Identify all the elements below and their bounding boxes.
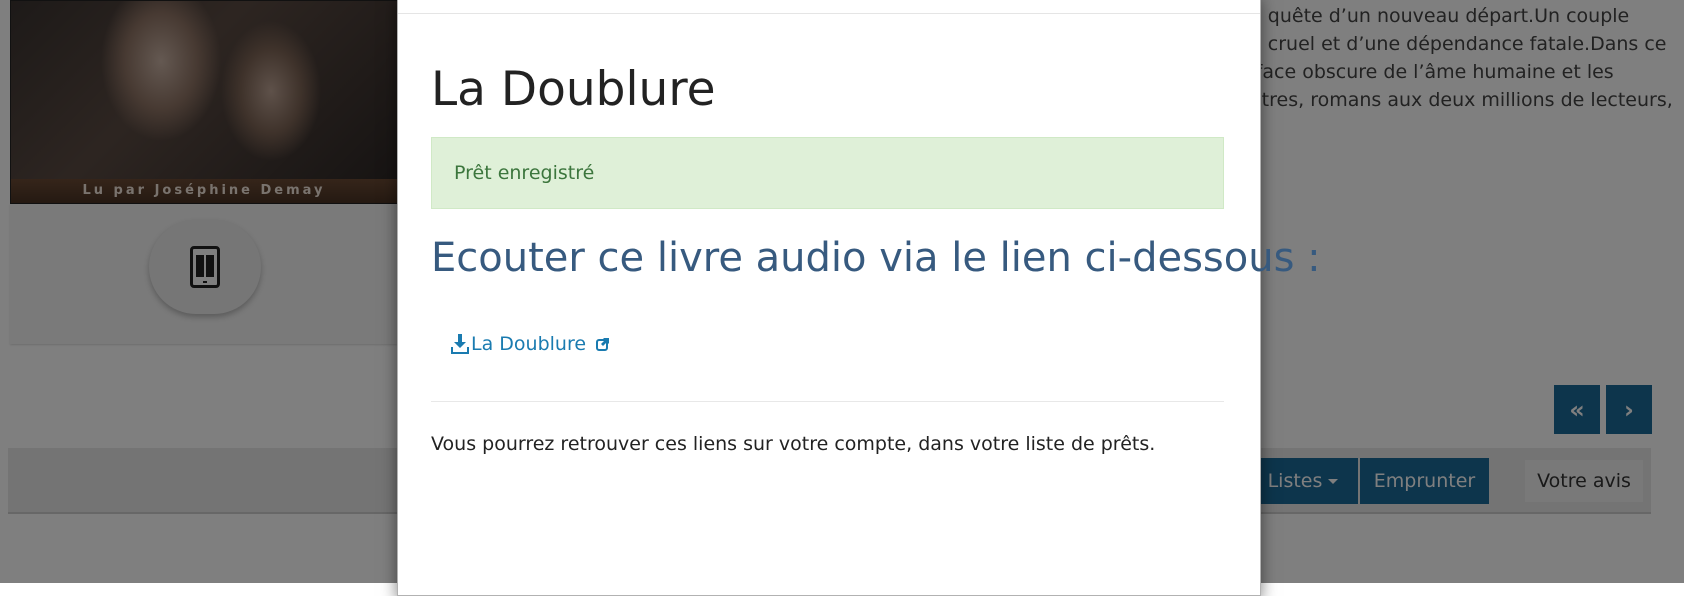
external-link-icon: [596, 338, 610, 351]
audiobook-link-label: La Doublure: [471, 333, 587, 355]
loan-note: Vous pourrez retrouver ces liens sur vot…: [431, 433, 1156, 455]
download-icon: [451, 334, 469, 354]
audiobook-download-link[interactable]: La Doublure: [451, 333, 610, 355]
modal-title: La Doublure: [431, 62, 716, 117]
success-alert: Prêt enregistré: [431, 137, 1224, 209]
modal-divider: [431, 401, 1224, 402]
modal-subtitle: Ecouter ce livre audio via le lien ci-de…: [431, 235, 1321, 281]
modal-header-divider: [398, 13, 1260, 14]
loan-modal: La Doublure Prêt enregistré Ecouter ce l…: [397, 0, 1321, 596]
